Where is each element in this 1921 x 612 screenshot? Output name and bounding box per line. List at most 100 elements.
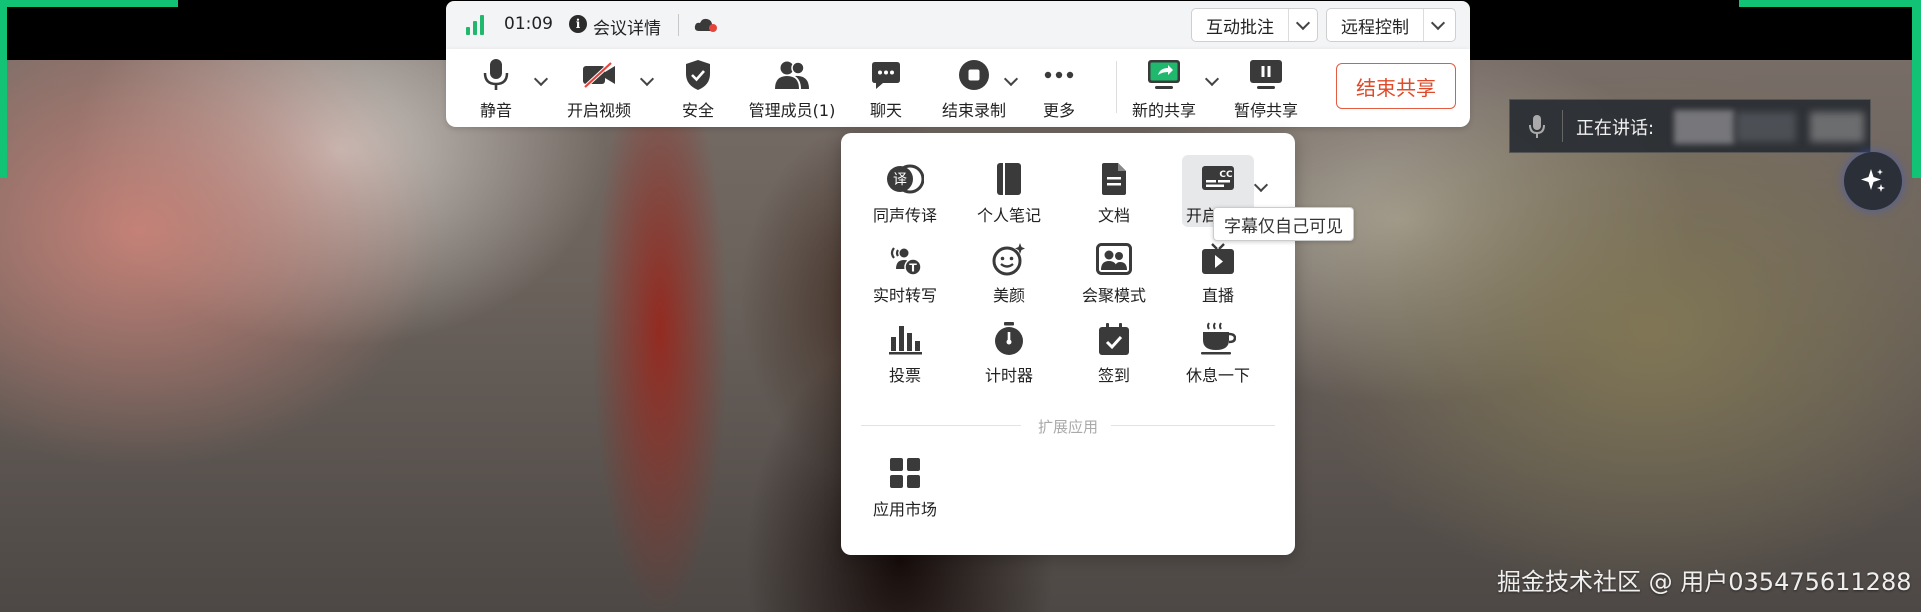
- speaking-label: 正在讲话:: [1576, 118, 1655, 139]
- menu-item-timer[interactable]: 计时器: [964, 319, 1054, 386]
- chevron-down-icon: [1204, 71, 1220, 87]
- more-button[interactable]: 更多: [1034, 57, 1084, 121]
- new-share-button[interactable]: 新的共享: [1129, 57, 1199, 121]
- camera-off-icon: [583, 61, 615, 89]
- stop-recording-button[interactable]: 结束录制: [934, 57, 1014, 121]
- coffee-icon: [1201, 322, 1236, 355]
- share-options-chevron[interactable]: [1204, 71, 1220, 87]
- pause-share-icon: [1250, 60, 1282, 89]
- remote-control-button[interactable]: 远程控制: [1326, 8, 1456, 42]
- meeting-detail-link[interactable]: 会议详情: [593, 14, 661, 39]
- cloud-record-icon[interactable]: [694, 17, 718, 33]
- chat-icon: [872, 62, 900, 89]
- menu-item-label: 签到: [1097, 366, 1130, 385]
- menu-item-label: 会聚模式: [1081, 286, 1146, 305]
- menu-item-poll[interactable]: 投票: [860, 319, 950, 386]
- app-market-icon: [890, 458, 920, 488]
- more-menu-panel: 译 同声传译 个人笔记 文档 CC 开启字幕 T 实: [841, 133, 1295, 555]
- together-mode-icon: [1096, 243, 1132, 275]
- signal-strength-icon: [466, 15, 488, 35]
- blurred-speaker-name: [1674, 110, 1734, 144]
- sparkle-icon: [1861, 169, 1885, 192]
- notebook-icon: [997, 163, 1021, 195]
- watermark-text: 掘金技术社区 @ 用户035475611288: [1497, 568, 1912, 596]
- captions-icon: CC: [1202, 166, 1234, 190]
- mute-options-chevron[interactable]: [533, 71, 549, 87]
- divider: [678, 14, 679, 36]
- document-icon: [1102, 163, 1126, 195]
- ai-assistant-button[interactable]: [1844, 152, 1902, 210]
- menu-item-interpretation[interactable]: 译 同声传译: [860, 159, 950, 226]
- microphone-icon: [1529, 115, 1545, 138]
- start-video-button[interactable]: 开启视频: [564, 57, 634, 121]
- poll-icon: [889, 326, 922, 355]
- microphone-icon: [483, 59, 509, 90]
- share-border-right: [1912, 0, 1921, 178]
- timer-icon: [995, 322, 1023, 355]
- remote-control-dropdown[interactable]: [1423, 9, 1452, 41]
- annotate-dropdown[interactable]: [1288, 9, 1317, 41]
- pause-share-button[interactable]: 暂停共享: [1231, 57, 1301, 121]
- mute-label: 静音: [479, 101, 512, 120]
- menu-item-label: 休息一下: [1185, 366, 1250, 385]
- menu-item-live[interactable]: 直播: [1173, 239, 1263, 306]
- menu-item-app-market[interactable]: 应用市场: [860, 453, 950, 520]
- annotate-label: 互动批注: [1206, 17, 1274, 38]
- blurred-speaker-name: [1810, 112, 1864, 142]
- stop-recording-label: 结束录制: [941, 101, 1006, 120]
- screen-share-icon: [1148, 60, 1180, 89]
- video-options-chevron[interactable]: [639, 71, 655, 87]
- stop-record-icon: [959, 60, 989, 90]
- menu-item-beauty[interactable]: 美颜: [964, 239, 1054, 306]
- extensions-section-title: 扩展应用: [1037, 418, 1098, 436]
- checkin-icon: [1099, 323, 1129, 355]
- chevron-down-icon: [1295, 15, 1311, 30]
- meeting-toolbar: 静音 开启视频 安全 管理成员(1) 聊天 结束录制 更多 新的共享 暂停共享 …: [446, 49, 1470, 127]
- menu-item-checkin[interactable]: 签到: [1069, 319, 1159, 386]
- security-button[interactable]: 安全: [673, 57, 723, 121]
- menu-item-notes[interactable]: 个人笔记: [964, 159, 1054, 226]
- captions-tooltip: 字幕仅自己可见: [1213, 207, 1354, 241]
- menu-item-label: 计时器: [984, 366, 1033, 385]
- shield-icon: [686, 60, 710, 90]
- info-icon[interactable]: i: [569, 15, 587, 33]
- more-label: 更多: [1042, 101, 1075, 120]
- annotate-button[interactable]: 互动批注: [1191, 8, 1318, 42]
- security-label: 安全: [681, 101, 714, 120]
- transcribe-icon: T: [890, 247, 922, 276]
- toolbar-divider: [1116, 61, 1117, 113]
- start-video-label: 开启视频: [566, 101, 631, 120]
- manage-members-label: 管理成员(1): [748, 101, 836, 120]
- chat-label: 聊天: [869, 101, 902, 120]
- mute-button[interactable]: 静音: [466, 57, 526, 121]
- active-speaker-indicator: 正在讲话:: [1509, 99, 1871, 153]
- beauty-icon: [992, 243, 1025, 276]
- menu-item-take-a-break[interactable]: 休息一下: [1173, 319, 1263, 386]
- interpret-icon: 译: [887, 164, 924, 194]
- menu-item-label: 直播: [1201, 286, 1234, 305]
- menu-item-label: 投票: [888, 366, 921, 385]
- divider: [1562, 110, 1563, 142]
- svg-text:译: 译: [893, 172, 907, 188]
- svg-text:CC: CC: [1219, 170, 1233, 180]
- menu-item-label: 文档: [1097, 206, 1130, 225]
- menu-item-label: 个人笔记: [976, 206, 1041, 225]
- more-dots-icon: [1044, 71, 1074, 79]
- chat-button[interactable]: 聊天: [861, 57, 911, 121]
- record-options-chevron[interactable]: [1003, 71, 1019, 87]
- menu-item-label: 美颜: [992, 286, 1025, 305]
- end-share-button[interactable]: 结束共享: [1336, 63, 1456, 109]
- captions-options-chevron[interactable]: [1253, 177, 1269, 193]
- chevron-down-icon: [533, 71, 549, 87]
- manage-members-button[interactable]: 管理成员(1): [746, 57, 838, 121]
- app-market-label: 应用市场: [872, 500, 937, 519]
- menu-item-label: 实时转写: [872, 286, 937, 305]
- menu-item-together-mode[interactable]: 会聚模式: [1069, 239, 1159, 306]
- svg-text:T: T: [909, 262, 917, 275]
- blurred-speaker-name: [1736, 112, 1796, 142]
- menu-item-document[interactable]: 文档: [1069, 159, 1159, 226]
- chevron-down-icon: [1430, 15, 1446, 30]
- meeting-timer: 01:09: [504, 14, 553, 34]
- pause-share-label: 暂停共享: [1233, 101, 1298, 120]
- menu-item-transcribe[interactable]: T 实时转写: [860, 239, 950, 306]
